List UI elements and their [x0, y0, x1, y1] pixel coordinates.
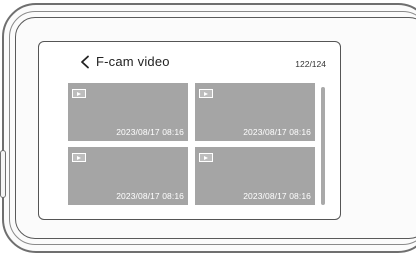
video-grid: 2023/08/17 08:16 2023/08/17 08:16 2023/0…	[68, 83, 316, 209]
scrollbar[interactable]	[321, 87, 325, 205]
play-badge-icon	[199, 89, 213, 98]
back-button[interactable]	[79, 55, 93, 69]
page-title: F-cam video	[96, 54, 170, 69]
play-badge-icon	[72, 153, 86, 162]
video-tile[interactable]: 2023/08/17 08:16	[195, 147, 315, 205]
video-tile[interactable]: 2023/08/17 08:16	[68, 147, 188, 205]
play-badge-icon	[199, 153, 213, 162]
video-tile[interactable]: 2023/08/17 08:16	[195, 83, 315, 141]
video-counter: 122/124	[295, 59, 326, 69]
video-timestamp: 2023/08/17 08:16	[116, 191, 184, 201]
video-timestamp: 2023/08/17 08:16	[243, 127, 311, 137]
device-side-button[interactable]	[0, 150, 6, 198]
screen: F-cam video 122/124 2023/08/17 08:16 202…	[38, 41, 341, 220]
chevron-left-icon	[81, 55, 89, 69]
play-badge-icon	[72, 89, 86, 98]
video-timestamp: 2023/08/17 08:16	[243, 191, 311, 201]
video-tile[interactable]: 2023/08/17 08:16	[68, 83, 188, 141]
video-timestamp: 2023/08/17 08:16	[116, 127, 184, 137]
